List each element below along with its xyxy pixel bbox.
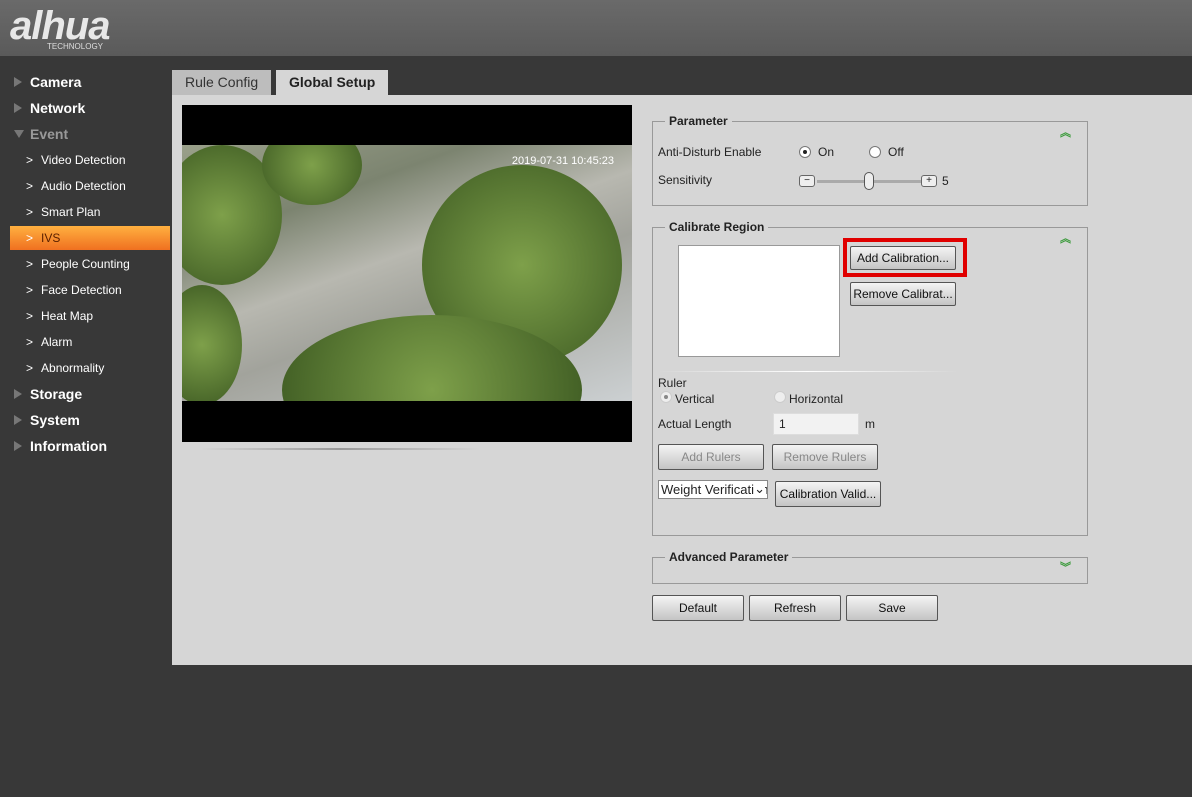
sidebar-item-event[interactable]: Event	[14, 121, 68, 147]
actual-length-label: Actual Length	[658, 417, 732, 431]
expand-icon[interactable]: ︾	[1060, 559, 1071, 575]
radio-label: On	[818, 145, 835, 159]
sensitivity-label: Sensitivity	[658, 173, 713, 187]
chevron-down-icon: ⌄	[754, 481, 765, 497]
horizontal-radio[interactable]	[774, 391, 786, 403]
divider	[658, 371, 958, 372]
video-preview[interactable]: 2019-07-31 10:45:23	[182, 105, 632, 442]
chevron-right-icon: >	[26, 231, 34, 245]
header: alhua TECHNOLOGY	[0, 0, 1192, 56]
chevron-right-icon: >	[26, 205, 34, 219]
actual-length-input[interactable]: 1	[773, 413, 859, 435]
sidebar-item-label: Face Detection	[41, 283, 122, 297]
add-rulers-button[interactable]: Add Rulers	[658, 444, 764, 470]
anti-disturb-on-radio[interactable]	[799, 146, 811, 158]
chevron-right-icon: >	[26, 283, 34, 297]
select-value: Weight Verification	[661, 482, 768, 497]
tab-global-setup[interactable]: Global Setup	[276, 70, 389, 95]
sidebar-item-camera[interactable]: Camera	[14, 69, 81, 95]
chevron-right-icon: >	[26, 153, 34, 167]
remove-calibration-button[interactable]: Remove Calibrat...	[850, 282, 956, 306]
sidebar-item-label: IVS	[41, 231, 61, 245]
sidebar-item-audio-detection[interactable]: > Audio Detection	[10, 174, 170, 198]
sidebar-item-people-counting[interactable]: > People Counting	[10, 252, 170, 276]
sidebar-item-storage[interactable]: Storage	[14, 381, 82, 407]
chevron-right-icon: >	[26, 179, 34, 193]
default-button[interactable]: Default	[652, 595, 744, 621]
sidebar-item-label: Video Detection	[41, 153, 126, 167]
section-title: Calibrate Region	[665, 220, 769, 234]
section-title: Advanced Parameter	[665, 550, 793, 564]
sidebar-item-label: Audio Detection	[41, 179, 126, 193]
sidebar-item-label: Camera	[30, 74, 82, 90]
triangle-right-icon	[14, 77, 22, 87]
chevron-right-icon: >	[26, 309, 34, 323]
sidebar-item-label: System	[30, 412, 80, 428]
calibrate-region-section: Calibrate Region ︽ Add Calibration... Re…	[652, 220, 1088, 536]
sidebar-item-heat-map[interactable]: > Heat Map	[10, 304, 170, 328]
add-calibration-button[interactable]: Add Calibration...	[850, 246, 956, 270]
sidebar-item-smart-plan[interactable]: > Smart Plan	[10, 200, 170, 224]
sidebar-item-system[interactable]: System	[14, 407, 80, 433]
chevron-right-icon: >	[26, 335, 34, 349]
video-timestamp: 2019-07-31 10:45:23	[511, 155, 614, 167]
ruler-label: Ruler	[658, 376, 687, 390]
sidebar-item-label: Alarm	[41, 335, 73, 349]
collapse-icon[interactable]: ︽	[1060, 230, 1071, 246]
anti-disturb-label: Anti-Disturb Enable	[658, 145, 762, 159]
sidebar: Camera Network Event > Video Detection > A…	[0, 56, 172, 797]
sidebar-item-network[interactable]: Network	[14, 95, 85, 121]
sensitivity-value: 5	[942, 174, 949, 188]
camera-image: 2019-07-31 10:45:23	[182, 145, 632, 401]
save-button[interactable]: Save	[846, 595, 938, 621]
sidebar-item-face-detection[interactable]: > Face Detection	[10, 278, 170, 302]
radio-label: Vertical	[675, 392, 715, 406]
sidebar-item-video-detection[interactable]: > Video Detection	[10, 148, 170, 172]
sidebar-item-ivs[interactable]: > IVS	[10, 226, 170, 250]
triangle-right-icon	[14, 103, 22, 113]
triangle-down-icon	[14, 130, 24, 138]
radio-label: Horizontal	[789, 392, 844, 406]
sidebar-item-label: Abnormality	[41, 361, 105, 375]
divider	[200, 448, 480, 450]
sidebar-item-information[interactable]: Information	[14, 433, 107, 459]
sidebar-item-label: Storage	[30, 386, 83, 402]
refresh-button[interactable]: Refresh	[749, 595, 841, 621]
verification-select[interactable]: Weight Verification ⌄	[658, 480, 768, 499]
tab-rule-config[interactable]: Rule Config	[172, 70, 272, 95]
radio-label: Off	[888, 145, 904, 159]
collapse-icon[interactable]: ︽	[1060, 124, 1071, 140]
chevron-right-icon: >	[26, 361, 34, 375]
calibration-validate-button[interactable]: Calibration Valid...	[775, 481, 881, 507]
unit-label: m	[865, 417, 875, 431]
sidebar-item-label: Heat Map	[41, 309, 94, 323]
sidebar-item-label: People Counting	[41, 257, 130, 271]
anti-disturb-off-radio[interactable]	[869, 146, 881, 158]
logo-subtitle: TECHNOLOGY	[47, 42, 104, 51]
sidebar-item-abnormality[interactable]: > Abnormality	[10, 356, 170, 380]
plus-button[interactable]: +	[921, 175, 937, 187]
sidebar-item-label: Network	[30, 100, 86, 116]
sidebar-item-label: Smart Plan	[41, 205, 101, 219]
vertical-radio[interactable]	[660, 391, 672, 403]
minus-button[interactable]: −	[799, 175, 815, 187]
triangle-right-icon	[14, 441, 22, 451]
sidebar-item-label: Information	[30, 438, 107, 454]
advanced-parameter-section: Advanced Parameter ︾	[652, 550, 1088, 584]
calibration-list[interactable]	[678, 245, 840, 357]
triangle-right-icon	[14, 389, 22, 399]
section-title: Parameter	[665, 114, 732, 128]
triangle-right-icon	[14, 415, 22, 425]
remove-rulers-button[interactable]: Remove Rulers	[772, 444, 878, 470]
sidebar-item-label: Event	[30, 126, 69, 142]
parameter-section: Parameter ︽ Anti-Disturb Enable On Off S…	[652, 114, 1088, 206]
sidebar-item-alarm[interactable]: > Alarm	[10, 330, 170, 354]
chevron-right-icon: >	[26, 257, 34, 271]
slider-thumb[interactable]	[864, 172, 874, 190]
